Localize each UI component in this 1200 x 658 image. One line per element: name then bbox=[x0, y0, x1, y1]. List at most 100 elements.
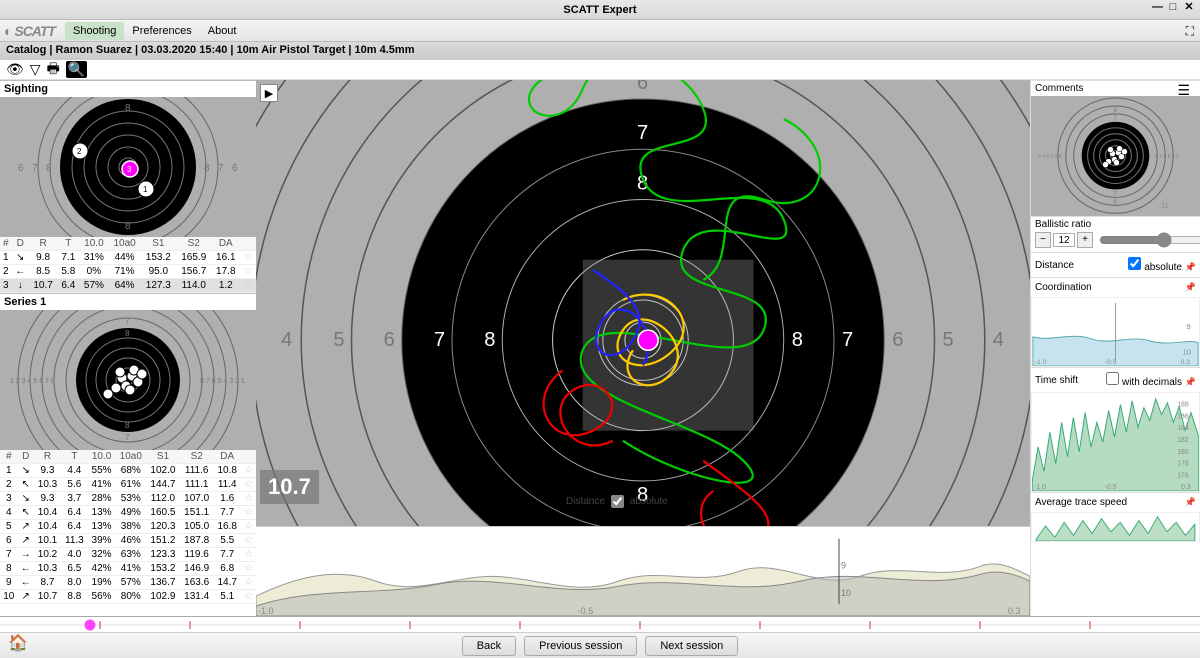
svg-text:8: 8 bbox=[46, 163, 52, 174]
timeshift-label: Time shift bbox=[1035, 375, 1078, 386]
svg-text:8: 8 bbox=[125, 421, 130, 430]
svg-text:8 7 6 5 4 3: 8 7 6 5 4 3 bbox=[1155, 154, 1179, 160]
sighting-table[interactable]: #DRT10.010a0S1S2DA1↘9.87.131%44%153.2165… bbox=[0, 237, 256, 293]
ballistic-minus-button[interactable]: − bbox=[1035, 232, 1051, 248]
app-logo: ◐ SCATT bbox=[4, 23, 55, 39]
svg-text:8: 8 bbox=[125, 221, 131, 232]
table-row[interactable]: 6↗10.111.339%46%151.2187.85.5☆ bbox=[0, 534, 256, 548]
star-icon[interactable]: ☆ bbox=[244, 563, 253, 574]
svg-text:8 7 6 5 4 3 2 1: 8 7 6 5 4 3 2 1 bbox=[200, 378, 245, 385]
svg-text:188: 188 bbox=[1177, 402, 1189, 409]
star-icon[interactable]: ☆ bbox=[244, 252, 253, 263]
svg-text:2: 2 bbox=[77, 147, 82, 156]
svg-text:7: 7 bbox=[125, 317, 130, 326]
star-icon[interactable]: ☆ bbox=[244, 479, 253, 490]
coordination-chart[interactable]: 9 10 -1.0-0.50.3 bbox=[1031, 297, 1200, 367]
svg-text:7: 7 bbox=[842, 329, 853, 351]
star-icon[interactable]: ☆ bbox=[244, 507, 253, 518]
filter-icon[interactable]: ▽ bbox=[30, 61, 41, 78]
svg-text:8: 8 bbox=[125, 103, 131, 114]
decimals-checkbox[interactable] bbox=[1106, 372, 1119, 385]
maximize-icon[interactable]: □ bbox=[1168, 2, 1178, 12]
avgspeed-chart[interactable] bbox=[1031, 512, 1200, 542]
svg-text:6: 6 bbox=[232, 163, 238, 174]
star-icon[interactable]: ☆ bbox=[244, 591, 253, 602]
ballistic-spinner[interactable]: − + bbox=[1035, 232, 1093, 248]
svg-text:6: 6 bbox=[892, 329, 903, 351]
star-icon[interactable]: ☆ bbox=[244, 280, 253, 291]
overlay-absolute-checkbox[interactable] bbox=[611, 495, 624, 508]
absolute-checkbox[interactable] bbox=[1128, 257, 1141, 270]
main-target[interactable]: ▶ 10.7 Distance absolute bbox=[256, 80, 1030, 526]
svg-text:7: 7 bbox=[218, 163, 224, 174]
table-row[interactable]: 5↗10.46.413%38%120.3105.016.8☆ bbox=[0, 520, 256, 534]
svg-text:4: 4 bbox=[993, 329, 1004, 351]
menu-preferences[interactable]: Preferences bbox=[124, 22, 199, 40]
star-icon[interactable]: ☆ bbox=[244, 465, 253, 476]
comments-label: Comments bbox=[1035, 83, 1083, 94]
search-icon[interactable]: 🔍 bbox=[66, 61, 87, 78]
pin-icon[interactable]: 📌 bbox=[1185, 377, 1196, 387]
next-session-button[interactable]: Next session bbox=[645, 636, 738, 656]
star-icon[interactable]: ☆ bbox=[244, 549, 253, 560]
table-row[interactable]: 3↓10.76.457%64%127.3114.01.2☆ bbox=[0, 279, 256, 293]
table-row[interactable]: 1↘9.34.455%68%102.0111.610.8☆ bbox=[0, 464, 256, 478]
star-icon[interactable]: ☆ bbox=[244, 521, 253, 532]
close-icon[interactable]: ✕ bbox=[1184, 2, 1194, 12]
sighting-target[interactable]: 678 876 88 3 1 2 bbox=[0, 97, 256, 237]
series-table[interactable]: #DRT10.010a0S1S2DA1↘9.34.455%68%102.0111… bbox=[0, 450, 256, 604]
shot-score-badge: 10.7 bbox=[260, 470, 319, 504]
table-row[interactable]: 4↖10.46.413%49%160.5151.17.7☆ bbox=[0, 506, 256, 520]
table-row[interactable]: 8←10.36.542%41%153.2146.96.8☆ bbox=[0, 562, 256, 576]
back-button[interactable]: Back bbox=[462, 636, 516, 656]
menu-shooting[interactable]: Shooting bbox=[65, 22, 124, 40]
minimize-icon[interactable]: — bbox=[1152, 2, 1162, 12]
svg-text:3 4 5 6 7 8: 3 4 5 6 7 8 bbox=[1038, 154, 1062, 160]
svg-text:4: 4 bbox=[281, 329, 292, 351]
pin-icon[interactable]: 📌 bbox=[1185, 497, 1196, 508]
footer-controls: 🏠 Back Previous session Next session bbox=[0, 632, 1200, 658]
menu-about[interactable]: About bbox=[200, 22, 245, 40]
svg-text:182: 182 bbox=[1177, 437, 1189, 444]
ballistic-slider[interactable] bbox=[1099, 232, 1200, 248]
table-row[interactable]: 9←8.78.019%57%136.7163.614.7☆ bbox=[0, 576, 256, 590]
distance-label: Distance bbox=[1035, 260, 1074, 271]
summary-target[interactable]: 67 76 3 4 5 6 7 88 7 6 5 4 3 11 bbox=[1031, 96, 1200, 216]
timeshift-chart[interactable]: 188186184182180178176 -1.0-0.50.3 bbox=[1031, 392, 1200, 492]
table-row[interactable]: 2←8.55.80%71%95.0156.717.8☆ bbox=[0, 265, 256, 279]
timeline-bar[interactable] bbox=[0, 616, 1200, 632]
svg-text:11: 11 bbox=[1161, 202, 1168, 209]
ballistic-label: Ballistic ratio bbox=[1035, 219, 1196, 230]
series-target[interactable]: 78 87 1 2 3 4 5 6 7 88 7 6 5 4 3 2 1 bbox=[0, 310, 256, 450]
series-label: Series 1 bbox=[0, 293, 256, 310]
print-icon[interactable]: 🖶 bbox=[47, 58, 60, 82]
pin-icon[interactable]: 📌 bbox=[1185, 262, 1196, 272]
ballistic-plus-button[interactable]: + bbox=[1077, 232, 1093, 248]
window-title: SCATT Expert bbox=[563, 4, 636, 16]
fullscreen-icon[interactable]: ⛶ bbox=[1186, 24, 1194, 39]
star-icon[interactable]: ☆ bbox=[244, 535, 253, 546]
toolbar: 👁 ▽ 🖶 🔍 bbox=[0, 60, 1200, 80]
svg-text:-1.0: -1.0 bbox=[258, 606, 274, 616]
svg-text:6: 6 bbox=[18, 163, 24, 174]
waveform-strip[interactable]: 9 10 -1.0 -0.5 0.3 bbox=[256, 526, 1030, 616]
play-button[interactable]: ▶ bbox=[260, 84, 278, 102]
ballistic-input[interactable] bbox=[1053, 233, 1075, 247]
svg-text:8: 8 bbox=[204, 163, 210, 174]
table-row[interactable]: 7→10.24.032%63%123.3119.67.7☆ bbox=[0, 548, 256, 562]
table-row[interactable]: 1↘9.87.131%44%153.2165.916.1☆ bbox=[0, 251, 256, 265]
table-row[interactable]: 10↗10.78.856%80%102.9131.45.1☆ bbox=[0, 590, 256, 604]
pin-icon[interactable]: 📌 bbox=[1185, 282, 1196, 293]
table-row[interactable]: 2↖10.35.641%61%144.7111.111.4☆ bbox=[0, 478, 256, 492]
previous-session-button[interactable]: Previous session bbox=[524, 636, 637, 656]
svg-text:186: 186 bbox=[1177, 413, 1189, 420]
star-icon[interactable]: ☆ bbox=[244, 266, 253, 277]
star-icon[interactable]: ☆ bbox=[244, 493, 253, 504]
eye-icon[interactable]: 👁 bbox=[6, 61, 24, 78]
table-row[interactable]: 3↘9.33.728%53%112.0107.01.6☆ bbox=[0, 492, 256, 506]
svg-text:9: 9 bbox=[1186, 322, 1190, 331]
svg-text:0.3: 0.3 bbox=[1181, 359, 1191, 366]
svg-text:-0.5: -0.5 bbox=[1105, 484, 1117, 491]
star-icon[interactable]: ☆ bbox=[244, 577, 253, 588]
home-icon[interactable]: 🏠 bbox=[8, 633, 28, 653]
